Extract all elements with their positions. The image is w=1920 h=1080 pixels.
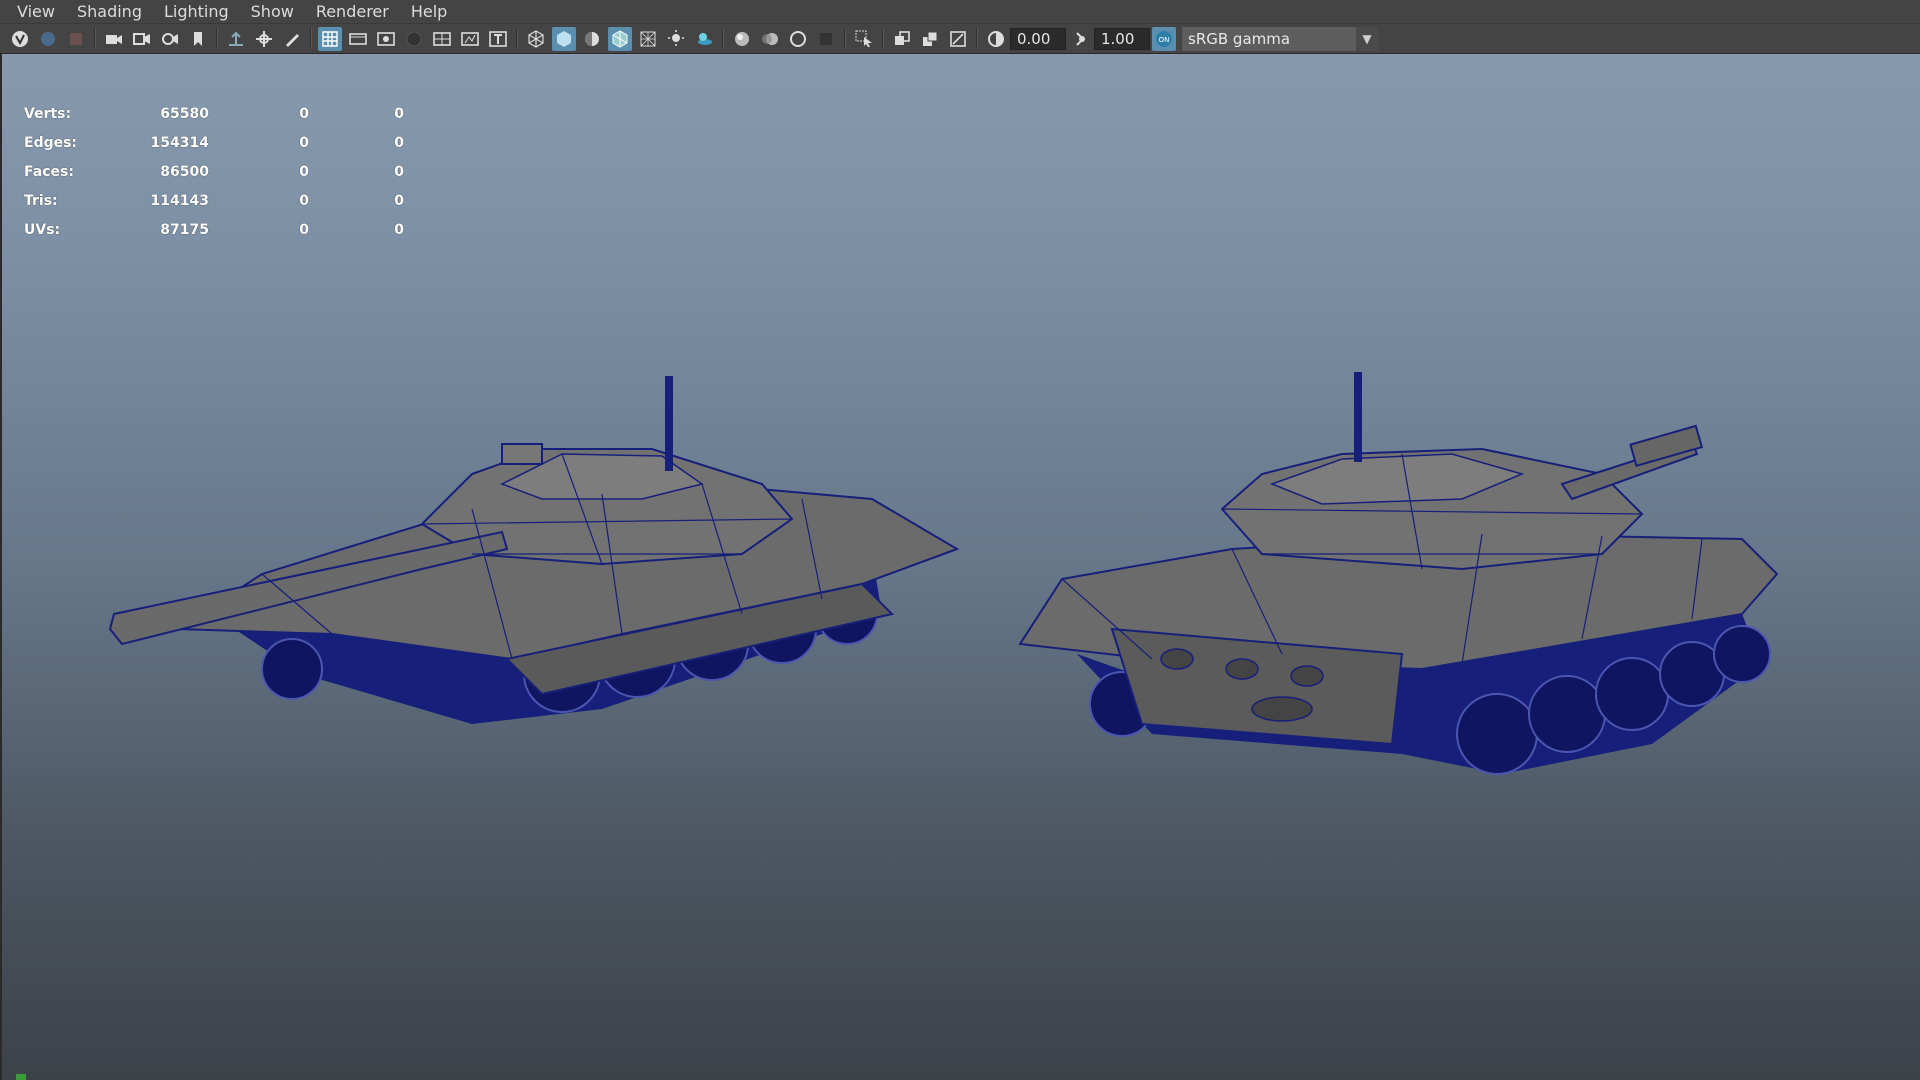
menu-bar: View Shading Lighting Show Renderer Help <box>0 0 1920 24</box>
panel-toolbar: 0.00 1.00 ON sRGB gamma ▼ <box>0 24 1920 54</box>
hud-value-selected: 0 <box>299 193 309 209</box>
video-camera-icon[interactable] <box>102 27 126 51</box>
hud-label: Tris: <box>24 193 58 209</box>
pan-zoom-icon[interactable] <box>252 27 276 51</box>
hud-value-triangles: 0 <box>394 164 404 180</box>
default-material-icon[interactable] <box>580 27 604 51</box>
hud-value-total: 114143 <box>150 193 209 209</box>
image-plane-icon[interactable] <box>130 27 154 51</box>
hud-label: UVs: <box>24 222 61 238</box>
wireframe-icon[interactable] <box>524 27 548 51</box>
snap-icon[interactable] <box>224 27 248 51</box>
hud-value-triangles: 0 <box>394 135 404 151</box>
isolate-select-icon[interactable] <box>852 27 876 51</box>
hud-label: Faces: <box>24 164 74 180</box>
exposure-field[interactable]: 0.00 <box>1010 27 1066 50</box>
toolbar-separator <box>882 28 884 49</box>
use-lights-icon[interactable] <box>664 27 688 51</box>
svg-text:ON: ON <box>1159 36 1170 44</box>
tank-model-right[interactable] <box>1018 372 1779 775</box>
backface-culling-icon[interactable] <box>946 27 970 51</box>
view-axis-marker <box>16 1074 26 1080</box>
safe-action-icon[interactable] <box>458 27 482 51</box>
tank-left-antenna <box>665 376 673 471</box>
hud-value-triangles: 0 <box>394 106 404 122</box>
camera-attributes-icon[interactable] <box>36 27 60 51</box>
hud-label: Edges: <box>24 135 78 151</box>
grid-icon[interactable] <box>318 26 342 51</box>
exposure-icon[interactable] <box>984 27 1008 51</box>
toolbar-separator <box>844 28 846 49</box>
screen-space-ao-icon[interactable] <box>730 27 754 51</box>
hud-value-selected: 0 <box>299 106 309 122</box>
hud-value-total: 86500 <box>160 164 209 180</box>
tank-right-antenna <box>1354 372 1362 462</box>
xray-active-icon[interactable] <box>918 27 942 51</box>
camera-sequence-icon[interactable] <box>158 27 182 51</box>
toolbar-separator <box>976 28 978 49</box>
menu-renderer[interactable]: Renderer <box>305 0 400 24</box>
hud-value-total: 65580 <box>160 106 209 122</box>
bookmark-icon[interactable] <box>64 27 88 51</box>
toolbar-separator <box>310 28 312 49</box>
menu-show[interactable]: Show <box>240 0 305 24</box>
hud-value-total: 87175 <box>160 222 209 238</box>
menu-lighting[interactable]: Lighting <box>153 0 240 24</box>
colorspace-value: sRGB gamma <box>1188 29 1291 48</box>
wireframe-on-shaded-icon[interactable] <box>608 26 632 51</box>
viewport-3d[interactable]: Verts: 65580 0 0 Edges: 154314 0 0 Faces: 86500 0 0… <box>0 54 1920 1080</box>
anti-aliasing-icon[interactable] <box>786 27 810 51</box>
colorspace-select[interactable]: sRGB gamma ▼ <box>1182 26 1378 51</box>
smooth-shade-icon[interactable] <box>552 26 576 51</box>
color-management-icon[interactable]: ON <box>1152 26 1176 51</box>
gamma-field[interactable]: 1.00 <box>1094 27 1150 50</box>
film-gate-icon[interactable] <box>346 27 370 51</box>
toolbar-separator <box>216 28 218 49</box>
hud-value-selected: 0 <box>299 164 309 180</box>
select-camera-icon[interactable] <box>8 27 32 51</box>
toolbar-separator <box>722 28 724 49</box>
hud-value-triangles: 0 <box>394 193 404 209</box>
menu-view[interactable]: View <box>6 0 66 24</box>
resolution-gate-icon[interactable] <box>374 27 398 51</box>
hud-value-total: 154314 <box>150 135 209 151</box>
gate-mask-icon[interactable] <box>402 27 426 51</box>
tank-model-left[interactable] <box>108 376 960 724</box>
tank-left-hatch <box>501 443 543 465</box>
menu-shading[interactable]: Shading <box>66 0 153 24</box>
gamma-icon[interactable] <box>1068 27 1092 51</box>
hud-value-selected: 0 <box>299 222 309 238</box>
grease-pencil-icon[interactable] <box>280 27 304 51</box>
safe-title-icon[interactable] <box>486 27 510 51</box>
field-chart-icon[interactable] <box>430 27 454 51</box>
hud-value-selected: 0 <box>299 135 309 151</box>
bookmark-flag-icon[interactable] <box>186 27 210 51</box>
shadows-icon[interactable] <box>692 27 716 51</box>
toolbar-separator <box>516 28 518 49</box>
hud-label: Verts: <box>24 106 72 122</box>
depth-of-field-icon[interactable] <box>814 27 838 51</box>
toolbar-separator <box>94 28 96 49</box>
chevron-down-icon[interactable]: ▼ <box>1356 26 1378 51</box>
xray-icon[interactable] <box>636 27 660 51</box>
motion-blur-icon[interactable] <box>758 27 782 51</box>
hud-value-triangles: 0 <box>394 222 404 238</box>
menu-help[interactable]: Help <box>400 0 458 24</box>
xray-joints-icon[interactable] <box>890 27 914 51</box>
